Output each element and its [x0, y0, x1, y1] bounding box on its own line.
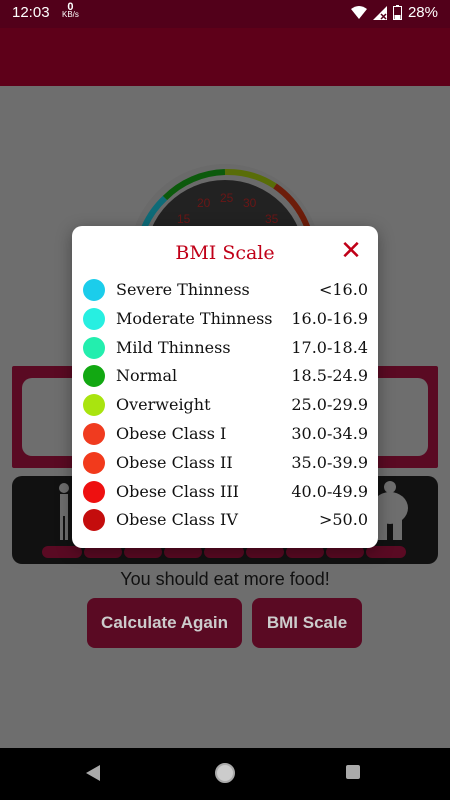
moderate-thinness-color-dot	[83, 307, 105, 330]
bmi-scale-dialog: BMI Scale ✕ Severe Thinness <16.0 Modera…	[72, 226, 378, 548]
category-range: 35.0-39.9	[291, 452, 368, 472]
recent-apps-icon[interactable]	[346, 765, 360, 779]
category-label: Mild Thinness	[116, 337, 231, 357]
list-item: Severe Thinness <16.0	[82, 276, 368, 305]
gauge-tick: 20	[197, 196, 211, 210]
list-item: Obese Class III 40.0-49.9	[82, 478, 368, 507]
scale-segment	[42, 546, 82, 558]
category-label: Moderate Thinness	[116, 308, 273, 328]
category-range: 18.5-24.9	[291, 366, 368, 386]
back-icon[interactable]	[86, 765, 100, 781]
list-item: Obese Class II 35.0-39.9	[82, 449, 368, 478]
gauge-tick: 25	[220, 191, 234, 205]
battery-icon	[392, 5, 402, 20]
list-item: Obese Class I 30.0-34.9	[82, 420, 368, 449]
network-speed-unit: KB/s	[62, 10, 79, 19]
obese-class-3-color-dot	[83, 480, 105, 503]
category-label: Normal	[116, 366, 178, 386]
category-range: 25.0-29.9	[291, 395, 368, 415]
gauge-tick: 15	[177, 212, 191, 226]
category-label: Obese Class III	[116, 481, 239, 501]
calculate-again-button[interactable]: Calculate Again	[87, 598, 242, 648]
normal-color-dot	[83, 365, 105, 388]
list-item: Normal 18.5-24.9	[82, 362, 368, 391]
obese-class-1-color-dot	[83, 422, 105, 445]
advice-text: You should eat more food!	[120, 569, 330, 589]
category-range: <16.0	[318, 280, 368, 299]
wifi-icon	[350, 5, 367, 19]
network-speed: 0 KB/s	[62, 2, 79, 19]
obese-class-2-color-dot	[83, 451, 105, 474]
category-range: 40.0-49.9	[291, 481, 368, 501]
category-range: 17.0-18.4	[291, 337, 368, 357]
category-label: Severe Thinness	[116, 280, 250, 299]
category-range: >50.0	[318, 510, 368, 530]
scale-segment	[366, 546, 406, 558]
category-label: Obese Class IV	[116, 510, 238, 530]
gauge-tick: 30	[243, 196, 257, 210]
bmi-scale-button[interactable]: BMI Scale	[252, 598, 362, 648]
severe-thinness-color-dot	[83, 279, 105, 301]
mild-thinness-color-dot	[83, 336, 105, 359]
status-bar: 12:03 0 KB/s 28%	[0, 0, 450, 28]
status-time: 12:03	[12, 4, 50, 21]
app-bar	[0, 28, 450, 86]
category-range: 16.0-16.9	[291, 308, 368, 328]
overweight-color-dot	[83, 394, 105, 417]
status-icons: 28%	[350, 4, 438, 21]
list-item: Mild Thinness 17.0-18.4	[82, 334, 368, 363]
category-range: 30.0-34.9	[291, 423, 368, 443]
close-icon[interactable]: ✕	[338, 238, 364, 264]
obese-class-4-color-dot	[83, 509, 105, 532]
dialog-title: BMI Scale	[175, 242, 275, 264]
category-label: Obese Class II	[116, 452, 233, 472]
list-item: Overweight 25.0-29.9	[82, 391, 368, 420]
signal-icon	[372, 5, 387, 20]
category-label: Overweight	[116, 395, 211, 415]
gauge-tick: 35	[265, 212, 279, 226]
list-item: Moderate Thinness 16.0-16.9	[82, 305, 368, 334]
list-item: Obese Class IV >50.0	[82, 506, 368, 535]
battery-percent: 28%	[407, 4, 438, 21]
bmi-scale-list: Severe Thinness <16.0 Moderate Thinness …	[82, 276, 368, 535]
home-icon[interactable]	[215, 763, 235, 783]
category-label: Obese Class I	[116, 423, 227, 443]
